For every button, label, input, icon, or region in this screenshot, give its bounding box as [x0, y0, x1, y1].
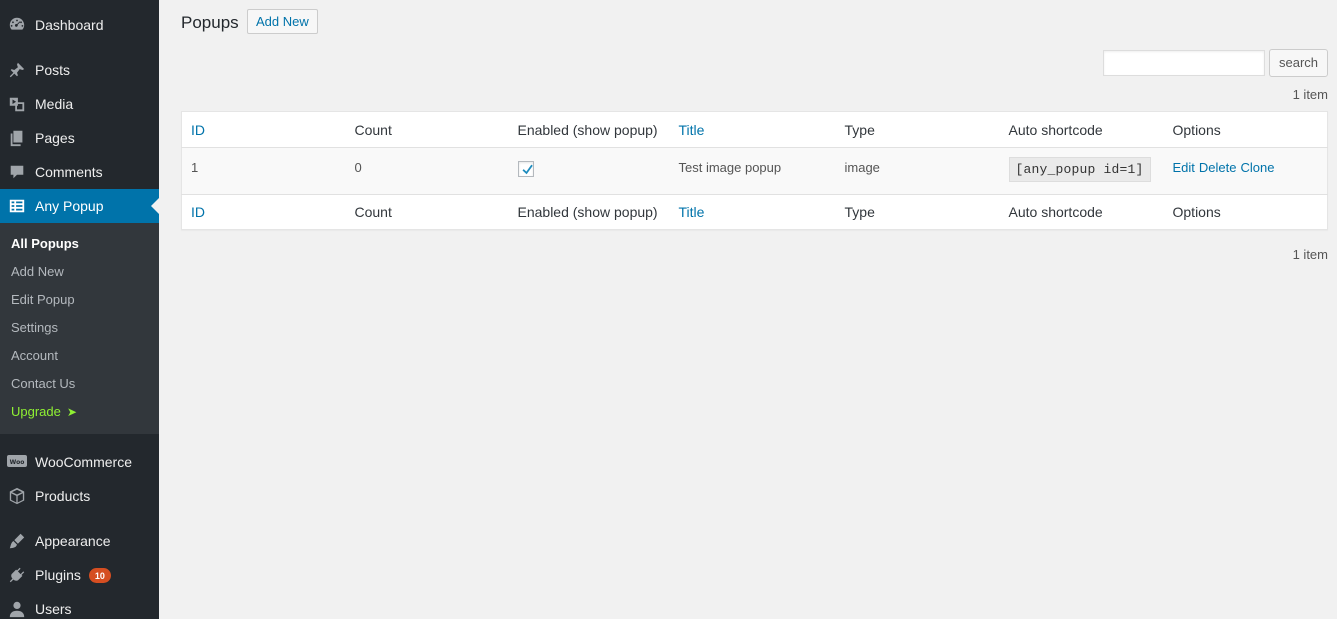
menu-users[interactable]: Users: [0, 592, 159, 619]
add-new-button[interactable]: Add New: [247, 9, 318, 34]
submenu-edit-popup[interactable]: Edit Popup: [11, 290, 75, 310]
search-input[interactable]: [1103, 50, 1265, 76]
column-header-type: Type: [835, 111, 1000, 148]
cell-options: Edit Delete Clone: [1164, 148, 1328, 195]
delete-link[interactable]: Delete: [1199, 160, 1237, 175]
table-icon: [7, 196, 27, 216]
column-header-options: Options: [1163, 111, 1328, 148]
column-footer-options: Options: [1163, 194, 1328, 230]
upgrade-label: Upgrade: [11, 404, 61, 419]
menu-label: Pages: [35, 130, 75, 146]
menu-label: Users: [35, 601, 72, 617]
menu-products[interactable]: Products: [0, 479, 159, 513]
arrow-right-icon: ➤: [66, 405, 77, 419]
admin-sidebar: Dashboard Posts Media Pages Comments Any…: [0, 0, 159, 619]
column-header-id[interactable]: ID: [181, 111, 346, 148]
cell-count: 0: [354, 160, 362, 175]
menu-comments[interactable]: Comments: [0, 155, 159, 189]
items-count-top: 1 item: [1292, 87, 1328, 102]
column-header-enabled: Enabled (show popup): [508, 111, 670, 148]
column-footer-shortcode: Auto shortcode: [999, 194, 1164, 230]
items-count-bottom: 1 item: [1292, 247, 1328, 262]
column-header-shortcode: Auto shortcode: [999, 111, 1164, 148]
media-icon: [7, 94, 27, 114]
page-title: Popups: [181, 13, 239, 32]
table-row: 1 0 Test image popup image [any_popup id…: [181, 147, 1328, 195]
menu-label: Posts: [35, 62, 71, 78]
menu-label: Products: [35, 488, 91, 504]
cell-id: 1: [191, 160, 199, 175]
submenu-contact-us[interactable]: Contact Us: [11, 374, 75, 394]
edit-link[interactable]: Edit: [1173, 160, 1195, 175]
submenu-upgrade[interactable]: Upgrade ➤: [11, 402, 77, 422]
menu-any-popup[interactable]: Any Popup: [0, 189, 159, 223]
cell-shortcode: [any_popup id=1]: [1000, 148, 1164, 195]
submenu-add-new[interactable]: Add New: [11, 262, 64, 282]
menu-woocommerce[interactable]: Woo WooCommerce: [0, 445, 159, 479]
menu-label: Dashboard: [35, 17, 104, 33]
pages-icon: [7, 128, 27, 148]
column-footer-title[interactable]: Title: [669, 194, 836, 230]
enabled-checkbox[interactable]: [517, 161, 534, 177]
menu-label: Any Popup: [35, 198, 104, 214]
paintbrush-icon: [7, 531, 27, 551]
submenu-all-popups[interactable]: All Popups: [11, 234, 79, 254]
cell-enabled: [509, 148, 670, 195]
plugins-update-badge: 10: [87, 566, 112, 584]
cell-type: image: [844, 160, 880, 175]
menu-label: Media: [35, 96, 74, 112]
user-icon: [7, 599, 27, 619]
menu-posts[interactable]: Posts: [0, 53, 159, 87]
column-footer-id[interactable]: ID: [181, 194, 346, 230]
plug-icon: [7, 565, 27, 585]
menu-appearance[interactable]: Appearance: [0, 524, 159, 558]
menu-media[interactable]: Media: [0, 87, 159, 121]
menu-pages[interactable]: Pages: [0, 121, 159, 155]
shortcode-code[interactable]: [any_popup id=1]: [1008, 157, 1151, 182]
column-footer-count: Count: [345, 194, 509, 230]
popups-table: ID Count Enabled (show popup) Title Type…: [181, 111, 1328, 230]
dashboard-icon: [7, 15, 27, 35]
checkmark-icon: [522, 164, 533, 175]
submenu-settings[interactable]: Settings: [11, 318, 58, 338]
column-header-count: Count: [345, 111, 509, 148]
menu-label: Appearance: [35, 533, 111, 549]
cell-title: Test image popup: [678, 160, 782, 175]
menu-dashboard[interactable]: Dashboard: [0, 8, 159, 42]
column-footer-type: Type: [835, 194, 1000, 230]
any-popup-submenu: All Popups Add New Edit Popup Settings A…: [0, 223, 159, 434]
menu-label: Plugins: [35, 567, 81, 583]
menu-label: Comments: [35, 164, 103, 180]
clone-link[interactable]: Clone: [1240, 160, 1274, 175]
column-header-title[interactable]: Title: [669, 111, 836, 148]
menu-plugins[interactable]: Plugins 10: [0, 558, 159, 592]
svg-text:Woo: Woo: [10, 459, 25, 466]
column-footer-enabled: Enabled (show popup): [508, 194, 670, 230]
comment-icon: [7, 162, 27, 182]
table-header-row: ID Count Enabled (show popup) Title Type…: [181, 111, 1328, 148]
woo-icon: Woo: [7, 452, 27, 472]
search-button[interactable]: search: [1269, 49, 1328, 77]
submenu-account[interactable]: Account: [11, 346, 58, 366]
menu-label: WooCommerce: [35, 454, 132, 470]
box-icon: [7, 486, 27, 506]
table-footer-row: ID Count Enabled (show popup) Title Type…: [181, 194, 1328, 230]
pushpin-icon: [7, 60, 27, 80]
